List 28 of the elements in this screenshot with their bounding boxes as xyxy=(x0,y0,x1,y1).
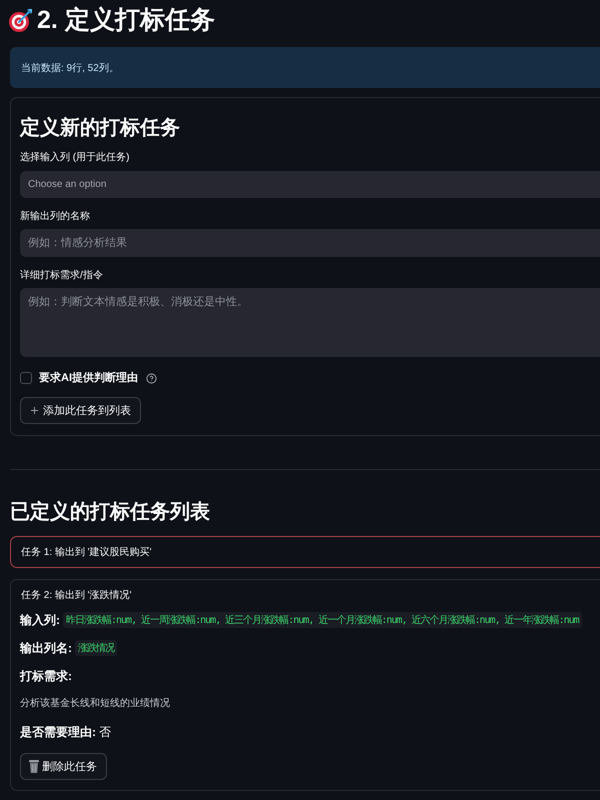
detail-label: 输入列: xyxy=(20,612,60,628)
detail-value: 否 xyxy=(99,724,111,740)
section-heading: 定义新的打标任务 xyxy=(20,116,181,141)
info-text: 当前数据: 9行, 52列。 xyxy=(21,62,119,74)
textarea-field[interactable]: 例如：判断文本情感是积极、消极还是中性。 xyxy=(20,288,600,357)
field-label: 选择输入列 (用于此任务) xyxy=(20,152,130,164)
detail-label: 输出列名: xyxy=(20,640,72,656)
code-text: 昨日涨跌幅:num, 近一周涨跌幅:num, 近三个月涨跌幅:num, 近一个月涨跌幅:num, 近六个月涨跌幅:num, 近一年涨跌幅:num xyxy=(63,612,582,628)
expander-header[interactable]: 任务 1: 输出到 '建议股民购买' xyxy=(11,537,152,567)
checkbox-label: 要求AI提供判断理由 xyxy=(39,372,138,384)
page-title: 2. 定义打标任务 xyxy=(37,5,215,35)
delete-task-button[interactable]: 删除此任务 xyxy=(20,753,107,780)
add-task-button[interactable]: 添加此任务到列表 xyxy=(20,397,141,424)
expander-header[interactable]: 任务 2: 输出到 '涨跌情况' xyxy=(11,580,132,610)
help-icon[interactable] xyxy=(146,372,157,384)
plus-icon xyxy=(29,405,40,416)
dartboard-icon xyxy=(8,7,34,33)
detail-label: 打标需求: xyxy=(20,668,72,684)
checkbox[interactable] xyxy=(20,372,32,384)
detail-label: 是否需要理由: xyxy=(20,724,96,740)
section-heading: 已定义的打标任务列表 xyxy=(10,500,211,525)
field-label: 新输出列的名称 xyxy=(20,211,91,223)
detail-paragraph: 分析该基金长线和短线的业绩情况 xyxy=(20,697,171,711)
input-field[interactable]: 例如：情感分析结果 xyxy=(20,229,600,257)
select-field[interactable]: Choose an option xyxy=(20,171,600,198)
code-text: 涨跌情况 xyxy=(75,640,117,656)
trash-icon xyxy=(29,760,39,773)
field-label: 详细打标需求/指令 xyxy=(20,270,104,282)
